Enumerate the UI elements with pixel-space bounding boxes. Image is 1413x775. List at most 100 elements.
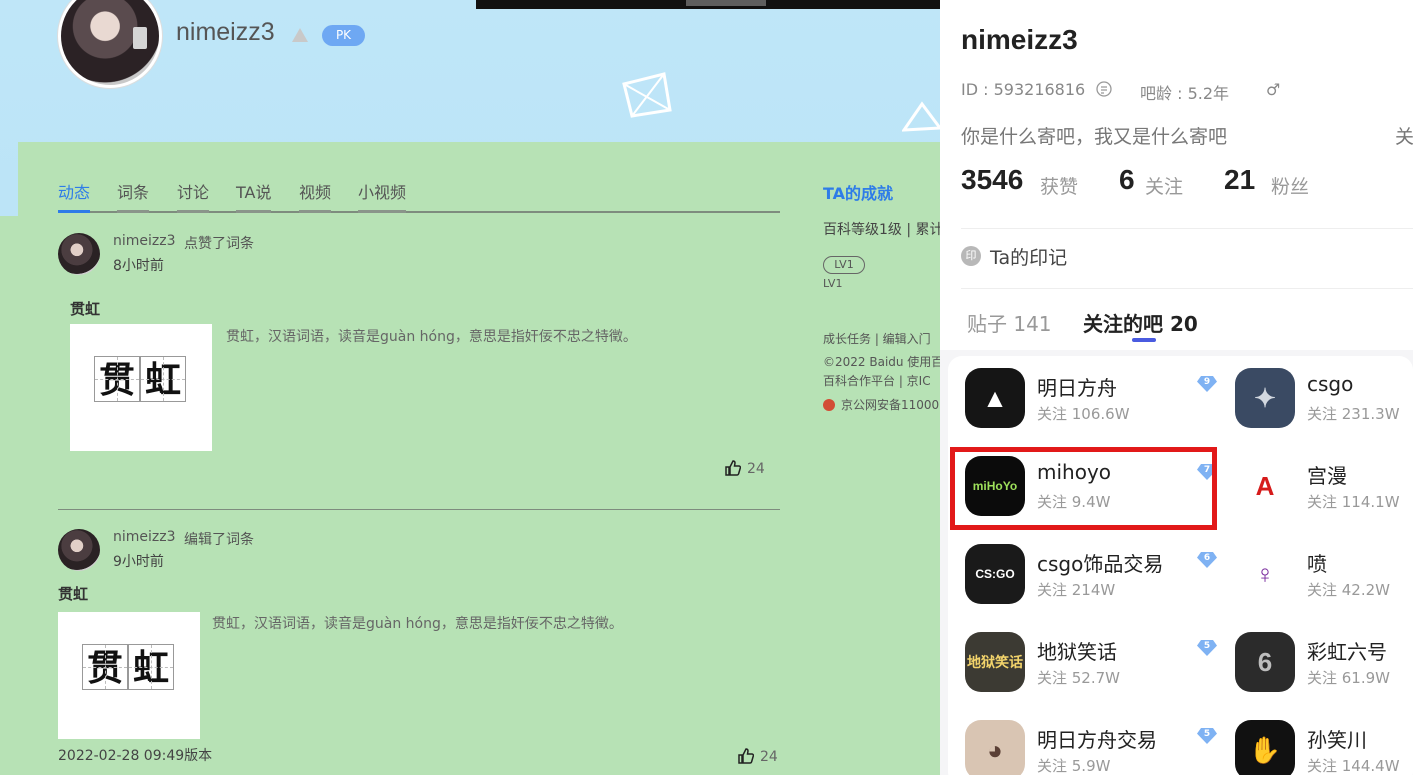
bar-item[interactable]: 地狱笑话 地狱笑话 关注 52.7W 5 [965, 632, 1217, 698]
feed-action: 点赞了词条 [184, 236, 254, 252]
bar-age: 吧龄 : 5.2年 [1140, 84, 1230, 103]
avatar[interactable] [58, 529, 100, 571]
pk-badge[interactable]: PK [322, 25, 365, 46]
bar-item[interactable]: 6 彩虹六号关注 61.9W [1235, 632, 1413, 698]
likes-count: 3546 [961, 164, 1024, 195]
tab-followed-bars[interactable]: 关注的吧 20 [1083, 308, 1198, 337]
bar-item[interactable]: ♀ 喷关注 42.2W [1235, 544, 1413, 610]
bar-item[interactable]: ▲ 明日方舟 关注 106.6W 9 [965, 368, 1217, 434]
tieba-profile-panel: nimeizz3 ID : 593216816 吧龄 : 5.2年 ♂ 你是什么… [940, 0, 1413, 775]
feed-tabs: 动态 词条 讨论 TA说 视频 小视频 [58, 177, 780, 213]
user-bio: 你是什么寄吧，我又是什么寄吧 [961, 126, 1228, 148]
like-button[interactable]: 24 [738, 748, 778, 765]
bar-name: 明日方舟交易 [1037, 728, 1157, 752]
bar-name: csgo饰品交易 [1037, 552, 1164, 576]
tab-short-video[interactable]: 小视频 [358, 179, 407, 213]
bar-followers: 关注 106.6W [1037, 405, 1130, 423]
bar-followers: 关注 61.9W [1307, 669, 1390, 687]
bar-avatar-icon[interactable]: ◕ [965, 720, 1025, 775]
feed-time: 8小时前 [113, 258, 164, 274]
bar-name: 孙笑川 [1307, 728, 1367, 752]
level-gem-icon: 6 [1197, 552, 1217, 568]
like-button[interactable]: 24 [725, 460, 765, 477]
user-id: ID : 593216816 [961, 80, 1112, 99]
bar-avatar-icon[interactable]: CS:GO [965, 544, 1025, 604]
follow-button[interactable]: 关 [1395, 122, 1413, 149]
bar-item[interactable]: ✋ 孙笑川关注 144.4W [1235, 720, 1413, 775]
tab-activity[interactable]: 动态 [58, 179, 91, 213]
entry-thumbnail[interactable]: 贯虹 [70, 324, 212, 451]
tab-discussion[interactable]: 讨论 [177, 179, 210, 213]
bar-avatar-icon[interactable]: 地狱笑话 [965, 632, 1025, 692]
feed-divider [58, 509, 780, 510]
copy-icon[interactable] [1096, 81, 1112, 97]
bar-avatar-icon[interactable]: ✋ [1235, 720, 1295, 775]
bar-avatar-icon[interactable]: ▲ [965, 368, 1025, 428]
level-gem-icon: 9 [1197, 376, 1217, 392]
divider [961, 228, 1413, 229]
bar-name: csgo [1307, 372, 1354, 396]
feed-action: 编辑了词条 [184, 532, 254, 548]
entry-description: 贯虹，汉语词语，读音是guàn hóng，意思是指奸佞不忠之特徵。 [212, 616, 623, 632]
likes-label: 获赞 [1040, 176, 1079, 198]
video-topbar [476, 0, 940, 9]
bar-followers: 关注 42.2W [1307, 581, 1390, 599]
entry-title[interactable]: 贯虹 [70, 298, 100, 319]
level-text: 百科等级1级 | 累计 [823, 222, 940, 238]
platform-link[interactable]: 百科合作平台 | 京IC [823, 372, 931, 389]
thumbs-up-icon [725, 460, 742, 476]
feed-username[interactable]: nimeizz3 [113, 529, 176, 545]
ta-marks[interactable]: Ta的印记 [990, 243, 1067, 270]
level-badge: LV1 [823, 256, 865, 274]
following-label[interactable]: 关注 [1145, 172, 1183, 199]
achievements-title[interactable]: TA的成就 [823, 180, 893, 204]
tieba-username: nimeizz3 [961, 24, 1078, 55]
bar-item[interactable]: ◕ 明日方舟交易关注 5.9W 5 [965, 720, 1217, 775]
bar-followers: 关注 5.9W [1037, 757, 1111, 775]
bar-followers: 关注 52.7W [1037, 669, 1120, 687]
bar-item[interactable]: CS:GO csgo饰品交易关注 214W 6 [965, 544, 1217, 610]
bar-followers: 关注 144.4W [1307, 757, 1400, 775]
bar-avatar-icon[interactable]: A [1235, 456, 1295, 516]
following-count[interactable]: 6 [1119, 164, 1135, 196]
bar-name: 彩虹六号 [1307, 640, 1387, 664]
fans-label[interactable]: 粉丝 [1271, 172, 1309, 199]
bar-item[interactable]: A 宫漫关注 114.1W [1235, 456, 1413, 522]
bar-item[interactable]: ✦ csgo 关注 231.3W [1235, 368, 1413, 434]
kite-decoration-icon [622, 72, 672, 118]
bar-followers: 关注 214W [1037, 581, 1116, 599]
level-gem-icon: 5 [1197, 728, 1217, 744]
avatar[interactable] [58, 233, 100, 275]
feed-username[interactable]: nimeizz3 [113, 233, 176, 249]
seal-icon: 印 [961, 246, 981, 266]
tab-indicator [1132, 338, 1156, 342]
footer-links[interactable]: 成长任务 | 编辑入门 [823, 330, 931, 347]
tab-entries[interactable]: 词条 [117, 179, 150, 213]
police-badge-icon [823, 399, 835, 411]
entry-thumbnail[interactable]: 贯虹 [58, 612, 200, 739]
kite-decoration-icon [902, 101, 940, 132]
bar-followers: 关注 231.3W [1307, 405, 1400, 423]
bar-followers: 关注 114.1W [1307, 493, 1400, 511]
copyright: ©2022 Baidu 使用百 [823, 355, 940, 369]
version-label[interactable]: 2022-02-28 09:49版本 [58, 745, 212, 765]
bar-name: 地狱笑话 [1037, 640, 1117, 664]
highlight-box [950, 447, 1217, 530]
tab-video[interactable]: 视频 [299, 179, 332, 213]
thumbs-up-icon [738, 748, 755, 764]
followed-bars-list: ▲ 明日方舟 关注 106.6W 9 ✦ csgo 关注 231.3W miHoYo mihoy… [940, 350, 1413, 775]
tab-posts[interactable]: 贴子 141 [967, 308, 1052, 337]
bar-avatar-icon[interactable]: 6 [1235, 632, 1295, 692]
entry-title[interactable]: 贯虹 [58, 583, 88, 604]
profile-avatar[interactable] [58, 0, 162, 88]
entry-description: 贯虹，汉语词语，读音是guàn hóng，意思是指奸佞不忠之特徵。 [226, 329, 637, 345]
level-gem-icon: 5 [1197, 640, 1217, 656]
baike-profile-panel: nimeizz3 PK 动态 词条 讨论 TA说 视频 小视频 nimeizz3… [0, 0, 940, 775]
bar-avatar-icon[interactable]: ✦ [1235, 368, 1295, 428]
fans-count[interactable]: 21 [1224, 164, 1255, 196]
tab-ta-says[interactable]: TA说 [236, 179, 272, 213]
bar-name: 宫漫 [1307, 464, 1347, 488]
bar-avatar-icon[interactable]: ♀ [1235, 544, 1295, 604]
police-record[interactable]: 京公网安备11000 [823, 396, 939, 413]
divider [961, 288, 1413, 289]
